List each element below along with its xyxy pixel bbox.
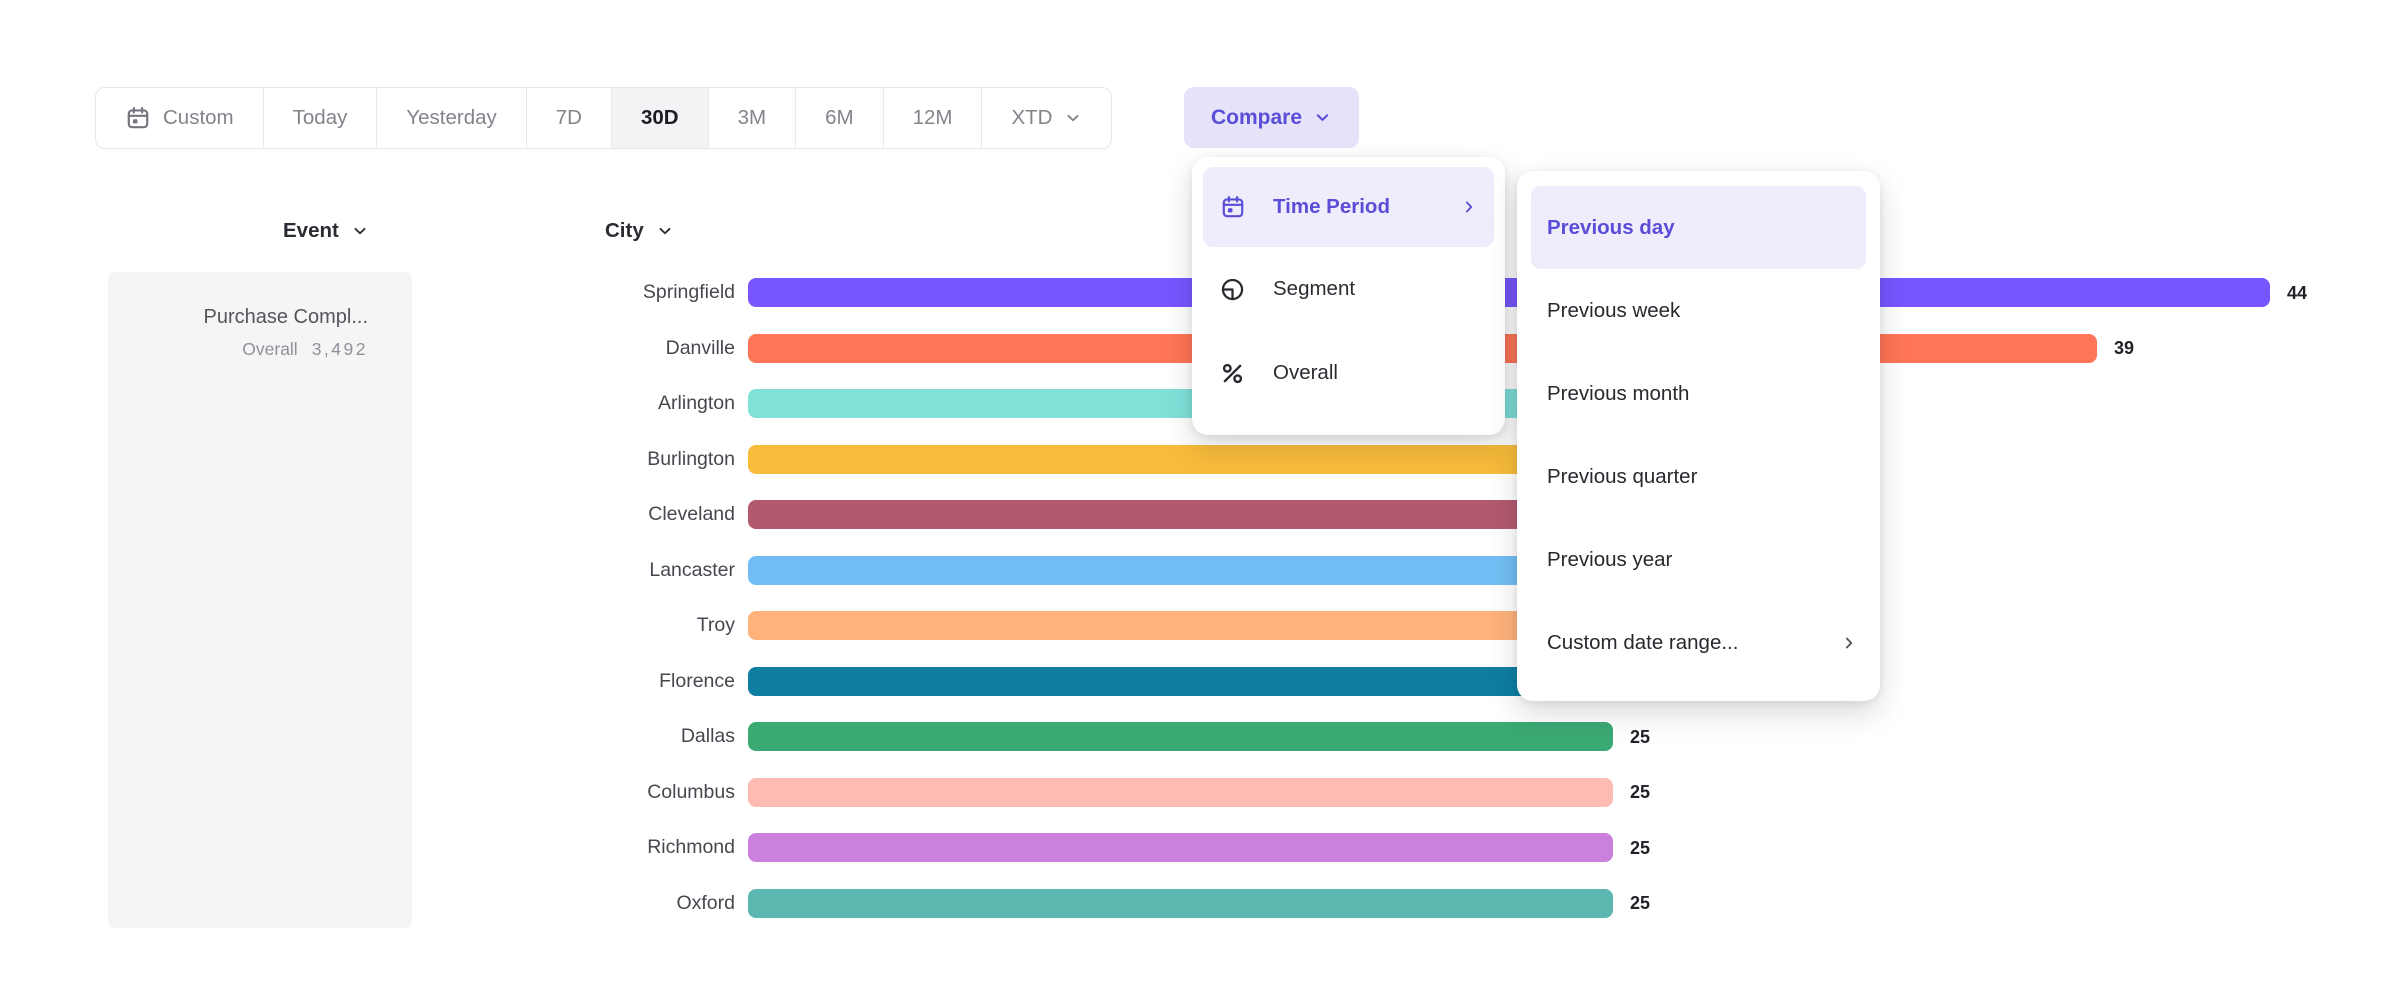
submenu-item-label: Previous month (1547, 382, 1689, 406)
event-panel-card[interactable]: Purchase Compl... Overall 3,492 (108, 272, 412, 928)
range-button-label: Today (293, 106, 348, 130)
range-button-yesterday[interactable]: Yesterday (376, 88, 525, 148)
bar-value-columbus: 25 (1630, 780, 1650, 804)
bar-label-dallas: Dallas (400, 724, 735, 748)
range-button-xtd[interactable]: XTD (981, 88, 1111, 148)
submenu-item-label: Previous day (1547, 216, 1675, 240)
bar-label-springfield: Springfield (400, 280, 735, 304)
compare-menu: Time Period Segment Overall (1192, 157, 1505, 435)
bar-label-oxford: Oxford (400, 891, 735, 915)
chevron-down-icon (1313, 108, 1332, 127)
bar-label-troy: Troy (400, 613, 735, 637)
time-period-submenu: Previous day Previous week Previous month P… (1517, 171, 1880, 701)
bar-label-cleveland: Cleveland (400, 502, 735, 526)
overall-value: 3,492 (312, 339, 368, 360)
compare-menu-item-overall[interactable]: Overall (1192, 331, 1505, 415)
segment-icon (1219, 276, 1246, 303)
submenu-item-custom-date-range[interactable]: Custom date range... (1517, 601, 1880, 684)
range-button-label: Custom (163, 106, 234, 130)
submenu-item-label: Previous week (1547, 299, 1680, 323)
chevron-down-icon (1064, 109, 1082, 127)
bar-springfield[interactable] (748, 278, 2270, 307)
bar-value-springfield: 44 (2287, 281, 2307, 305)
calendar-icon (1219, 194, 1246, 220)
compare-label: Compare (1211, 106, 1302, 130)
percent-icon (1219, 360, 1246, 387)
submenu-item-previous-week[interactable]: Previous week (1517, 269, 1880, 352)
submenu-item-previous-month[interactable]: Previous month (1517, 352, 1880, 435)
menu-item-label: Overall (1273, 361, 1338, 385)
bar-label-columbus: Columbus (400, 780, 735, 804)
range-button-label: Yesterday (406, 106, 496, 130)
bar-value-oxford: 25 (1630, 891, 1650, 915)
bar-label-danville: Danville (400, 336, 735, 360)
compare-menu-item-time-period[interactable]: Time Period (1203, 167, 1494, 247)
range-button-custom[interactable]: Custom (96, 88, 263, 148)
bar-oxford[interactable] (748, 889, 1613, 918)
range-button-today[interactable]: Today (263, 88, 377, 148)
submenu-item-previous-quarter[interactable]: Previous quarter (1517, 435, 1880, 518)
bar-label-arlington: Arlington (400, 391, 735, 415)
range-button-12m[interactable]: 12M (883, 88, 982, 148)
overall-label: Overall (242, 339, 297, 360)
submenu-item-previous-day[interactable]: Previous day (1531, 186, 1866, 269)
city-column-header[interactable]: City (605, 219, 674, 243)
chevron-down-icon (656, 222, 674, 240)
calendar-icon (125, 105, 151, 131)
chevron-right-icon (1460, 198, 1478, 216)
range-button-30d[interactable]: 30D (611, 88, 708, 148)
range-button-3m[interactable]: 3M (708, 88, 795, 148)
range-button-label: 3M (738, 106, 766, 130)
event-name: Purchase Compl... (128, 306, 368, 329)
bar-dallas[interactable] (748, 722, 1613, 751)
bar-label-burlington: Burlington (400, 447, 735, 471)
insights-report-canvas: Custom Today Yesterday 7D 30D 3M 6M 12M XTD Comp… (0, 0, 2394, 1004)
bar-columbus[interactable] (748, 778, 1613, 807)
compare-button[interactable]: Compare (1184, 87, 1359, 148)
range-button-7d[interactable]: 7D (526, 88, 611, 148)
chevron-right-icon (1840, 634, 1858, 652)
bar-value-danville: 39 (2114, 336, 2134, 360)
submenu-item-label: Previous quarter (1547, 465, 1697, 489)
event-overall-row: Overall 3,492 (128, 339, 368, 360)
compare-menu-item-segment[interactable]: Segment (1192, 247, 1505, 331)
bar-value-dallas: 25 (1630, 725, 1650, 749)
bar-richmond[interactable] (748, 833, 1613, 862)
date-range-toolbar: Custom Today Yesterday 7D 30D 3M 6M 12M XTD (95, 87, 1112, 149)
range-button-label: XTD (1011, 106, 1052, 130)
event-column-label: Event (283, 219, 339, 243)
range-button-label: 6M (825, 106, 853, 130)
menu-item-label: Time Period (1273, 195, 1390, 219)
bar-label-lancaster: Lancaster (400, 558, 735, 582)
chevron-down-icon (351, 222, 369, 240)
bar-value-richmond: 25 (1630, 836, 1650, 860)
bar-label-florence: Florence (400, 669, 735, 693)
event-column-header[interactable]: Event (283, 219, 369, 243)
menu-item-label: Segment (1273, 277, 1355, 301)
submenu-item-previous-year[interactable]: Previous year (1517, 518, 1880, 601)
range-button-label: 7D (556, 106, 582, 130)
range-button-6m[interactable]: 6M (795, 88, 882, 148)
bar-label-richmond: Richmond (400, 835, 735, 859)
city-column-label: City (605, 219, 644, 243)
range-button-label: 30D (641, 106, 679, 130)
range-button-label: 12M (913, 106, 953, 130)
submenu-item-label: Custom date range... (1547, 631, 1738, 655)
submenu-item-label: Previous year (1547, 548, 1672, 572)
